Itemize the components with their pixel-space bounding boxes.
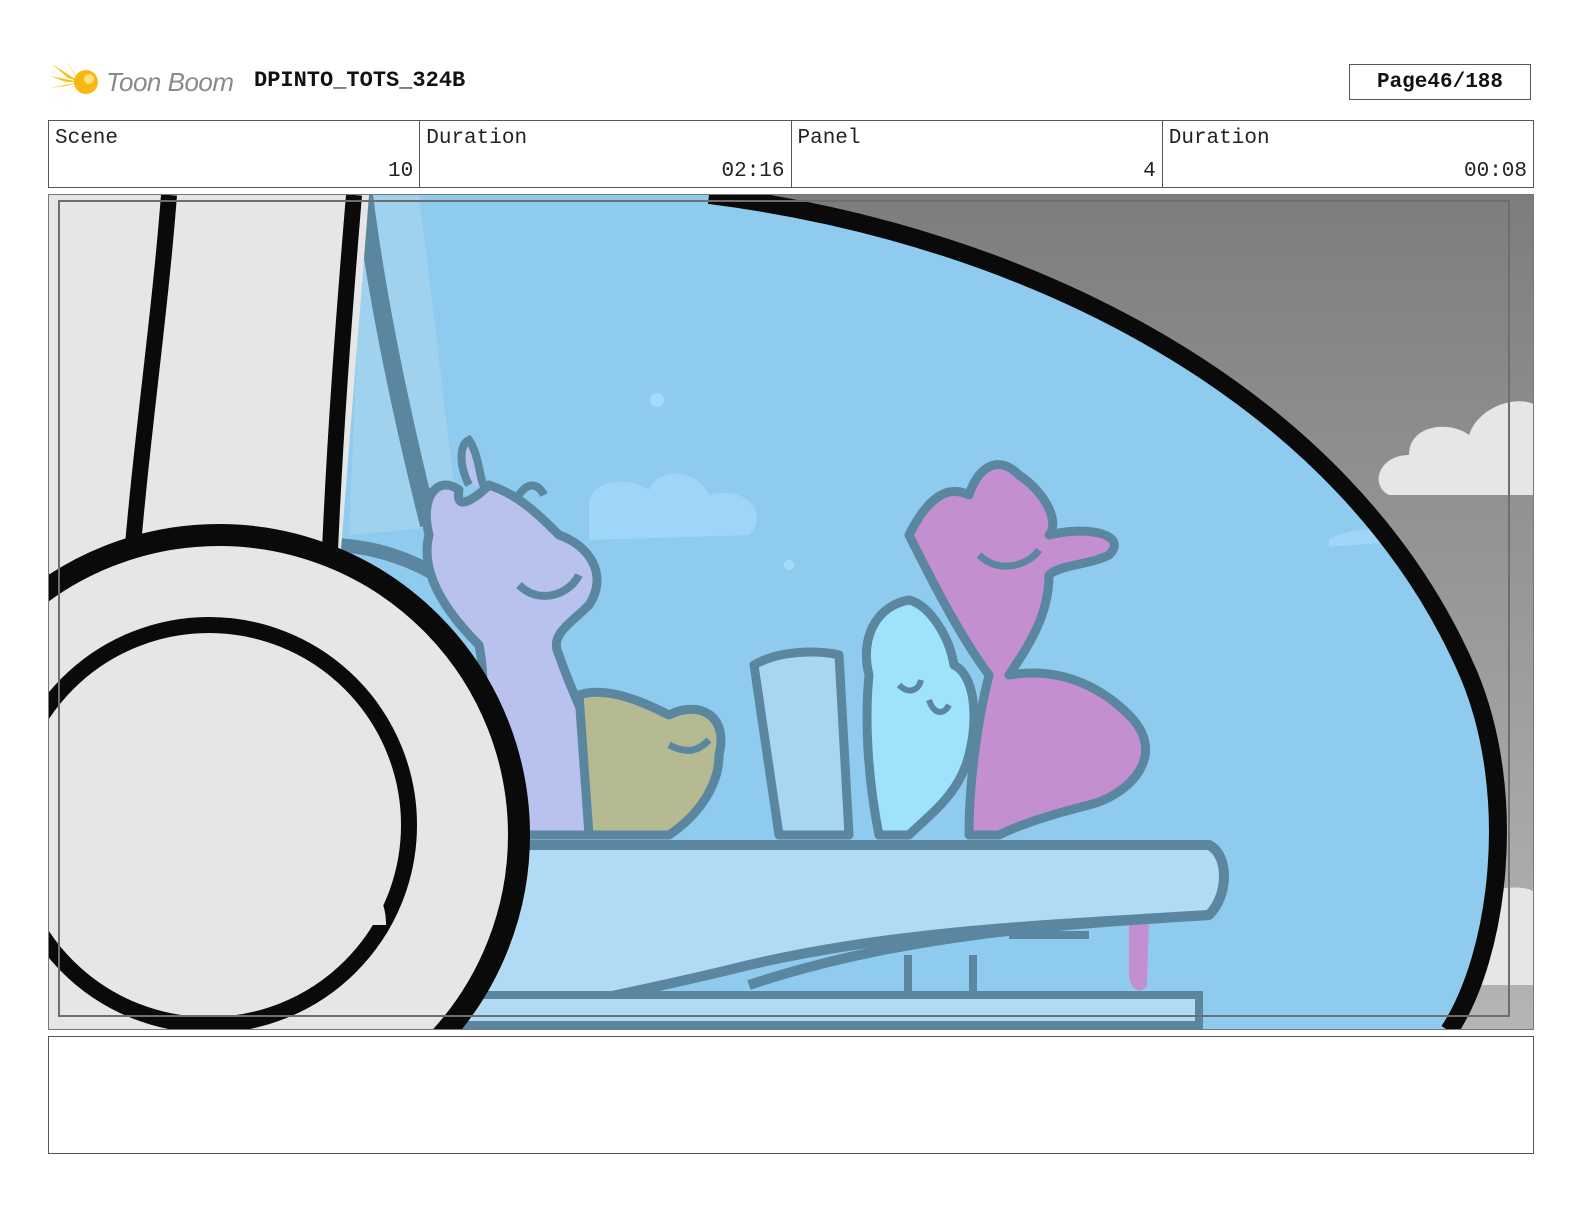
panel-label: Panel [797, 127, 861, 150]
scene-info-table: Scene 10 Duration 02:16 Panel 4 Duration… [48, 120, 1534, 188]
olive-character [574, 687, 726, 840]
logo-text: Toon Boom [106, 66, 234, 97]
scene-label: Scene [55, 127, 119, 150]
scene-duration-cell: Duration 02:16 [420, 121, 792, 187]
storyboard-panel-image [48, 194, 1534, 1030]
page-indicator: Page 46/188 [1349, 64, 1531, 100]
panel-cell: Panel 4 [792, 121, 1163, 187]
panel-value: 4 [1143, 160, 1156, 183]
panel-duration-cell: Duration 00:08 [1163, 121, 1533, 187]
scene-value: 10 [388, 160, 414, 183]
toon-boom-logo: Toon Boom [50, 56, 234, 108]
page-label: Page [1376, 70, 1428, 94]
scene-duration-value: 02:16 [721, 160, 785, 183]
panel-duration-value: 00:08 [1463, 160, 1527, 183]
panel-duration-label: Duration [1168, 127, 1270, 150]
scene-cell: Scene 10 [49, 121, 421, 187]
starburst-icon [50, 58, 98, 106]
project-title: DPINTO_TOTS_324B [254, 68, 466, 93]
panel-notes-box [48, 1036, 1534, 1154]
page-number: 46/188 [1427, 70, 1504, 94]
scene-duration-label: Duration [426, 127, 528, 150]
